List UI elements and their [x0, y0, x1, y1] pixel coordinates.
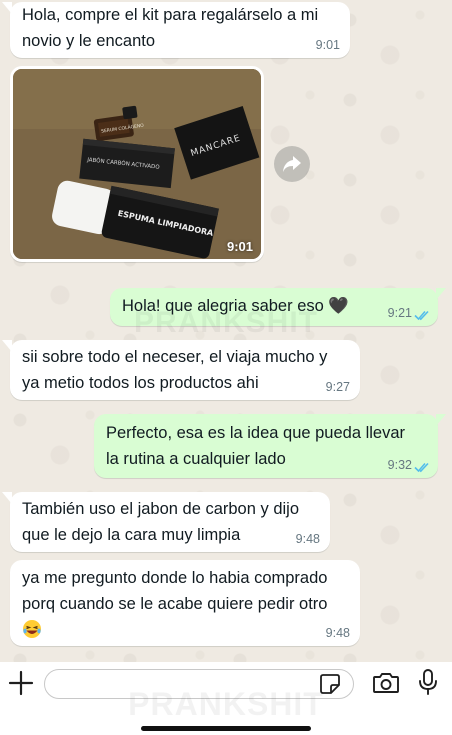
mic-icon[interactable]	[417, 668, 439, 696]
image-time: 9:01	[226, 239, 253, 254]
message-text: ya me pregunto donde lo habia comprado p…	[10, 560, 360, 643]
message-time: 9:48	[295, 532, 320, 546]
incoming-message[interactable]: ya me pregunto donde lo habia comprado p…	[10, 560, 360, 646]
forward-button[interactable]	[274, 146, 310, 182]
image-message[interactable]: SERUM COLÁGENO MANCARE JABÓN CARBÓN ACTI…	[10, 66, 264, 262]
product-kit-image: SERUM COLÁGENO MANCARE JABÓN CARBÓN ACTI…	[13, 69, 261, 259]
incoming-message[interactable]: También uso el jabon de carbon y dijo qu…	[2, 492, 330, 552]
message-text: Perfecto, esa es la idea que pueda lleva…	[106, 424, 406, 468]
sticker-icon[interactable]	[319, 673, 341, 695]
plus-icon[interactable]	[8, 670, 34, 696]
message-time: 9:48	[325, 626, 350, 640]
message-text: También uso el jabon de carbon y dijo qu…	[22, 500, 300, 544]
double-check-icon	[414, 310, 429, 321]
double-check-icon	[414, 462, 429, 473]
message-input[interactable]	[44, 669, 354, 699]
incoming-message[interactable]: sii sobre todo el neceser, el viaja much…	[2, 340, 360, 400]
product-photo[interactable]: SERUM COLÁGENO MANCARE JABÓN CARBÓN ACTI…	[13, 69, 261, 259]
camera-icon[interactable]	[372, 671, 400, 695]
message-time: 9:27	[325, 380, 350, 394]
message-time: 9:32	[387, 458, 412, 472]
outgoing-message[interactable]: Perfecto, esa es la idea que pueda lleva…	[94, 414, 446, 478]
outgoing-message[interactable]: Hola! que alegria saber eso 🖤 9:21	[110, 288, 446, 326]
message-time: 9:01	[315, 38, 340, 52]
message-time: 9:21	[387, 306, 412, 320]
laughing-emoji-icon	[23, 620, 41, 638]
home-indicator	[141, 726, 311, 731]
chat-area: Hola, compre el kit para regalárselo a m…	[0, 0, 452, 662]
message-text: sii sobre todo el neceser, el viaja much…	[22, 348, 328, 392]
message-text: Hola, compre el kit para regalárselo a m…	[22, 6, 319, 50]
forward-icon	[283, 156, 301, 172]
incoming-message[interactable]: Hola, compre el kit para regalárselo a m…	[2, 2, 350, 58]
